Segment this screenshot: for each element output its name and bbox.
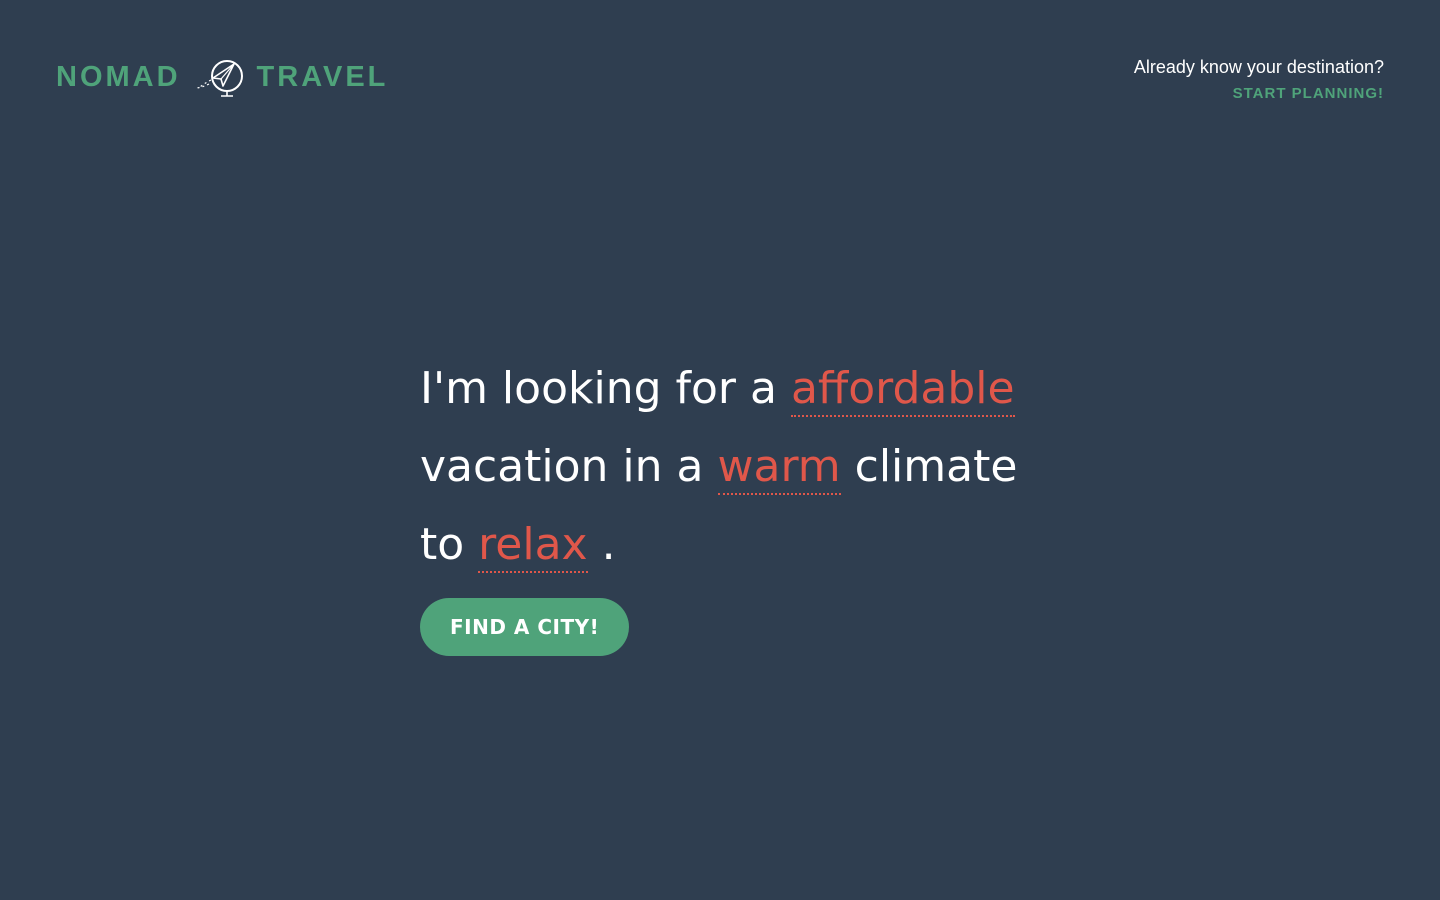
- vacation-sentence: I'm looking for a affordable vacation in…: [420, 350, 1060, 584]
- logo-word-travel: TRAVEL: [256, 61, 389, 93]
- find-city-button[interactable]: FIND A CITY!: [420, 598, 630, 656]
- vacation-finder: I'm looking for a affordable vacation in…: [420, 350, 1060, 656]
- start-planning-link[interactable]: START PLANNING!: [1233, 85, 1384, 102]
- budget-selector[interactable]: affordable: [790, 363, 1015, 417]
- paper-plane-globe-icon: [187, 54, 249, 100]
- landing-page: NOMAD TRAVEL Already know your destinati…: [0, 0, 1440, 900]
- sentence-text-part2: vacation in a: [420, 441, 704, 492]
- destination-question: Already know your destination?: [1133, 57, 1384, 77]
- brand-logo[interactable]: NOMAD TRAVEL: [56, 54, 388, 100]
- sentence-text-part1: I'm looking for a: [420, 363, 777, 414]
- logo-word-nomad: NOMAD: [56, 61, 181, 93]
- sentence-text-part3: climate: [854, 441, 1018, 492]
- start-planning-panel: Already know your destination? START PLA…: [1134, 55, 1384, 102]
- sentence-text-part4: to: [420, 519, 465, 570]
- purpose-selector[interactable]: relax: [478, 519, 588, 573]
- sentence-period: .: [601, 519, 616, 570]
- climate-selector[interactable]: warm: [717, 441, 841, 495]
